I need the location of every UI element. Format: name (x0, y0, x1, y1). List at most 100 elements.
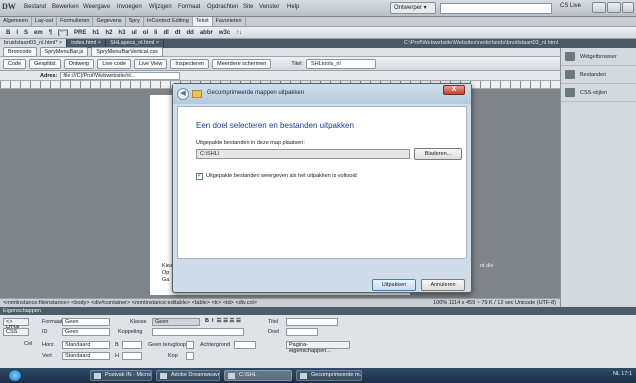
minimize-button[interactable] (592, 2, 606, 13)
dl-button[interactable]: dl (163, 30, 168, 36)
vert-select[interactable]: Standaard (62, 352, 110, 360)
tab-algemeen[interactable]: Algemeen (0, 17, 32, 26)
tab-gegevens[interactable]: Gegevens (93, 17, 126, 26)
related-file-broncode[interactable]: Broncode (3, 47, 37, 57)
zip-folder-icon (192, 90, 202, 98)
characters-button[interactable]: ↑↓ (236, 30, 242, 36)
inspect-button[interactable]: Inspecteren (170, 58, 210, 69)
class-select[interactable]: Geen (152, 318, 200, 326)
maximize-button[interactable] (607, 2, 621, 13)
title-input[interactable]: SHLtools_nl (306, 58, 377, 69)
em-button[interactable]: em (34, 30, 43, 36)
acronym-button[interactable]: w3c (219, 30, 230, 36)
menu-item-opdrachten[interactable]: Opdrachten (207, 4, 238, 10)
browse-button[interactable]: Bladeren... (414, 148, 462, 160)
dialog-heading: Een doel selecteren en bestanden uitpakk… (196, 121, 354, 130)
task-compressed-folders[interactable]: Gecomprimeerde m... (296, 370, 362, 381)
panel-bestanden[interactable]: Bestanden (561, 66, 636, 84)
related-file-sprymenubar-js[interactable]: SpryMenuBar.js (39, 47, 89, 57)
task-outlook[interactable]: Postvak IN - Micros... (90, 370, 152, 381)
title-prop-input[interactable] (286, 318, 338, 326)
task-dreamweaver[interactable]: Adobe Dreamweave... (156, 370, 220, 381)
multiscreen-button[interactable]: Meerdere schermen (212, 58, 272, 69)
background-input[interactable] (234, 341, 256, 349)
tab-incontext-editing[interactable]: InContext Editing (144, 17, 193, 26)
bold-button[interactable]: B (6, 30, 10, 36)
live-code-button[interactable]: Live code (97, 58, 131, 69)
panel-widgetbrowser[interactable]: Widgetbrowser (561, 48, 636, 66)
help-search-input[interactable] (440, 3, 552, 14)
tab-favorieten[interactable]: Favorieten (213, 17, 246, 26)
menu-item-formaat[interactable]: Formaat (178, 4, 200, 10)
pre-button[interactable]: PRE (74, 30, 86, 36)
close-window-button[interactable] (622, 2, 634, 13)
panel-css-stijlen[interactable]: CSS-stijlen (561, 84, 636, 102)
header-checkbox[interactable] (186, 352, 194, 360)
paragraph-button[interactable]: ¶ (49, 30, 52, 36)
properties-header[interactable]: Eigenschappen (0, 307, 636, 315)
menu-item-wijzigen[interactable]: Wijzigen (149, 4, 172, 10)
start-button[interactable] (8, 369, 22, 382)
nowrap-checkbox[interactable] (186, 341, 194, 349)
target-select[interactable] (286, 328, 318, 336)
italic-button[interactable]: I (16, 30, 18, 36)
split-view-button[interactable]: Gesplitst (29, 58, 61, 69)
target-label: Doel (268, 329, 280, 335)
nowrap-label: Geen terugloop (148, 342, 186, 348)
h1-button[interactable]: h1 (92, 30, 99, 36)
menu-item-bewerken[interactable]: Bewerken (52, 4, 79, 10)
format-select[interactable]: Geen (62, 318, 110, 326)
show-files-checkbox[interactable]: ✓ (196, 173, 203, 180)
menu-item-venster[interactable]: Venster (259, 4, 279, 10)
link-input[interactable] (152, 328, 244, 336)
address-input[interactable]: file:///C|/Prof/Webwebsite/nl... (60, 71, 181, 80)
cs-live-button[interactable]: CS Live (560, 3, 590, 14)
h3-button[interactable]: h3 (118, 30, 125, 36)
css-mode-button[interactable]: CSS (3, 328, 29, 336)
dt-button[interactable]: dt (175, 30, 181, 36)
width-input[interactable] (122, 341, 142, 349)
ol-button[interactable]: ol (143, 30, 148, 36)
menu-item-bestand[interactable]: Bestand (24, 4, 46, 10)
tab-formulieren[interactable]: Formulieren (57, 17, 94, 26)
bold-italic-controls[interactable]: B I ☰ ☰ ☰ ☰ (205, 318, 241, 324)
extract-button[interactable]: Uitpakken (372, 279, 416, 291)
destination-path-input[interactable]: C:\SHL\ (196, 149, 410, 159)
height-input[interactable] (122, 352, 142, 360)
back-arrow-icon[interactable]: ◀ (177, 88, 189, 100)
code-view-button[interactable]: Code (3, 58, 27, 69)
tab-layout[interactable]: Lay-out (32, 17, 58, 26)
strong-button[interactable]: S (24, 30, 28, 36)
menu-item-site[interactable]: Site (243, 4, 253, 10)
abbr-button[interactable]: abbr (200, 30, 213, 36)
panel-bestanden-label: Bestanden (580, 71, 607, 78)
html-mode-button[interactable]: <> HTML (3, 318, 29, 331)
id-select[interactable]: Geen (62, 328, 110, 336)
title-prop-label: Titel (268, 319, 279, 325)
page-properties-button[interactable]: Pagina-eigenschappen... (286, 341, 350, 354)
tab-tekst[interactable]: Tekst (192, 17, 213, 26)
related-file-sprymenubarvertical-css[interactable]: SpryMenuBarVertical.css (91, 47, 163, 57)
dreamweaver-logo: DW (2, 2, 16, 11)
dialog-close-button[interactable]: X (443, 85, 465, 95)
h2-button[interactable]: h2 (105, 30, 112, 36)
menu-item-invoegen[interactable]: Invoegen (117, 4, 142, 10)
design-view-button[interactable]: Ontwerp (63, 58, 95, 69)
workspace-switcher[interactable]: Ontwerper ▾ (390, 2, 436, 14)
menu-item-weergave[interactable]: Weergave (83, 4, 110, 10)
horz-label: Horz (42, 342, 54, 348)
right-panel-dock: Widgetbrowser Bestanden CSS-stijlen (560, 48, 636, 307)
live-view-button[interactable]: Live View (133, 58, 168, 69)
cancel-button[interactable]: Annuleren (421, 279, 465, 291)
blockquote-button[interactable]: [“”] (58, 30, 68, 36)
dialog-caption-bar: ◀ Gecomprimeerde mappen uitpakken X (173, 84, 471, 104)
tab-spry[interactable]: Spry (126, 17, 144, 26)
li-button[interactable]: li (154, 30, 157, 36)
task-folder-shl[interactable]: C:\SHL (224, 370, 292, 381)
system-tray-clock[interactable]: NL 17:1 (613, 371, 632, 377)
horz-select[interactable]: Standaard (62, 341, 110, 349)
menu-item-help[interactable]: Help (287, 4, 299, 10)
tag-selector[interactable]: <mmtinstance:fileinstance> <body> <div#c… (3, 300, 257, 306)
dd-button[interactable]: dd (186, 30, 193, 36)
ul-button[interactable]: ul (131, 30, 136, 36)
